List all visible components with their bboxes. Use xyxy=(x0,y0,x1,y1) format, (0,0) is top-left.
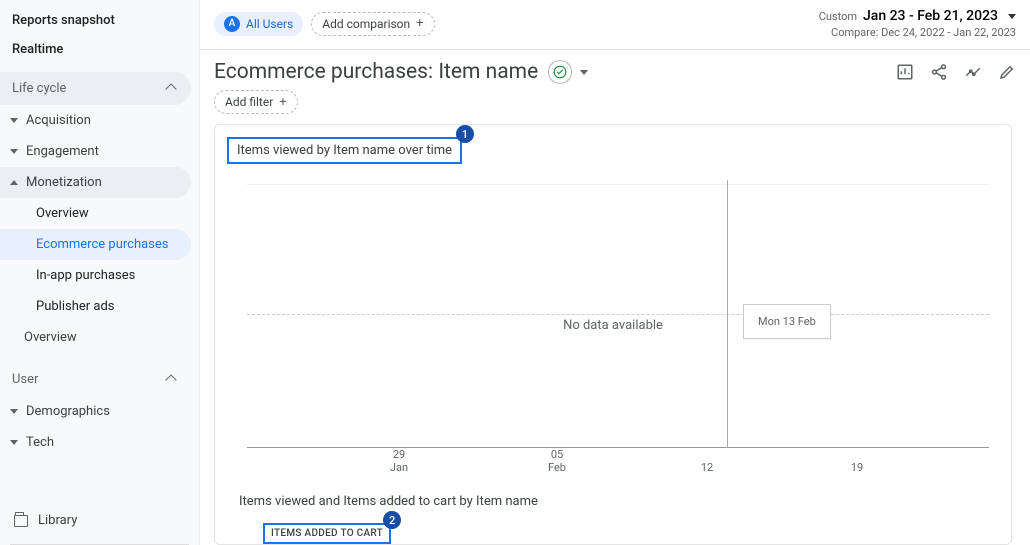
sidebar-item-monetization-overview[interactable]: Overview xyxy=(0,198,191,229)
library-icon xyxy=(14,515,28,527)
date-range-picker[interactable]: Custom Jan 23 - Feb 21, 2023 xyxy=(819,8,1016,24)
sidebar-item-tech[interactable]: Tech xyxy=(0,427,191,458)
caret-down-icon xyxy=(1008,14,1016,19)
no-data-label: No data available xyxy=(227,318,999,333)
line-chart[interactable]: No data available Mon 13 Feb 29Jan 05Feb… xyxy=(227,174,999,474)
sidebar-item-engagement[interactable]: Engagement xyxy=(0,136,191,167)
x-tick: 29Jan xyxy=(379,448,419,474)
sidebar-item-reports-snapshot[interactable]: Reports snapshot xyxy=(0,6,199,35)
plus-icon: + xyxy=(416,16,423,31)
main: A All Users Add comparison + Custom Jan … xyxy=(200,0,1030,545)
titlebar: Ecommerce purchases: Item name xyxy=(200,50,1030,90)
callout-badge-1: 1 xyxy=(456,125,474,143)
chart-title: Items viewed and Items added to cart by … xyxy=(239,494,987,509)
x-tick: 05Feb xyxy=(537,448,577,474)
chart-card-items-viewed-vs-added: Items viewed and Items added to cart by … xyxy=(227,474,999,544)
sidebar-item-publisher-ads[interactable]: Publisher ads xyxy=(0,291,191,322)
chart-card-items-viewed-over-time: Items viewed by Item name over time 1 No… xyxy=(214,124,1012,545)
chevron-up-icon xyxy=(165,83,176,94)
sidebar-item-ecommerce-purchases[interactable]: Ecommerce purchases xyxy=(0,229,191,260)
caret-icon xyxy=(10,409,18,414)
caret-icon xyxy=(10,440,18,445)
sidebar: Reports snapshot Realtime Life cycle Acq… xyxy=(0,0,200,545)
insights-icon[interactable] xyxy=(964,63,982,81)
sidebar-item-library[interactable]: Library xyxy=(0,501,199,540)
caret-icon xyxy=(10,118,18,123)
sidebar-item-acquisition[interactable]: Acquisition xyxy=(0,105,191,136)
chart-tooltip: Mon 13 Feb xyxy=(743,304,831,339)
topbar: A All Users Add comparison + Custom Jan … xyxy=(200,0,1030,50)
chart-title: Items viewed by Item name over time xyxy=(227,137,462,164)
add-filter-button[interactable]: Add filter + xyxy=(214,90,298,114)
caret-icon xyxy=(10,149,18,154)
caret-down-icon[interactable] xyxy=(580,70,588,75)
plus-icon: + xyxy=(279,95,286,110)
check-circle-icon xyxy=(553,65,567,79)
add-comparison-button[interactable]: Add comparison + xyxy=(311,12,434,36)
sidebar-section-user[interactable]: User xyxy=(0,363,191,396)
sidebar-item-realtime[interactable]: Realtime xyxy=(0,35,199,64)
column-header-items-added-to-cart[interactable]: ITEMS ADDED TO CART xyxy=(263,523,391,544)
share-icon[interactable] xyxy=(930,63,948,81)
customize-report-icon[interactable] xyxy=(896,63,914,81)
caret-down-icon xyxy=(10,180,18,185)
edit-icon[interactable] xyxy=(998,63,1016,81)
sidebar-section-life-cycle[interactable]: Life cycle xyxy=(0,72,191,105)
sidebar-item-life-cycle-overview[interactable]: Overview xyxy=(0,322,191,353)
chart-hover-line xyxy=(727,180,728,448)
sidebar-item-monetization[interactable]: Monetization xyxy=(0,167,191,198)
segment-badge: A xyxy=(224,16,240,32)
x-tick: 12 xyxy=(687,461,727,474)
x-tick: 19 xyxy=(837,461,877,474)
segment-chip-all-users[interactable]: A All Users xyxy=(214,12,303,36)
callout-badge-2: 2 xyxy=(383,511,401,529)
page-title: Ecommerce purchases: Item name xyxy=(214,60,538,84)
chevron-up-icon xyxy=(165,374,176,385)
sidebar-item-in-app-purchases[interactable]: In-app purchases xyxy=(0,260,191,291)
status-check-button[interactable] xyxy=(548,60,572,84)
sidebar-item-demographics[interactable]: Demographics xyxy=(0,396,191,427)
compare-range: Compare: Dec 24, 2022 - Jan 22, 2023 xyxy=(819,26,1016,39)
